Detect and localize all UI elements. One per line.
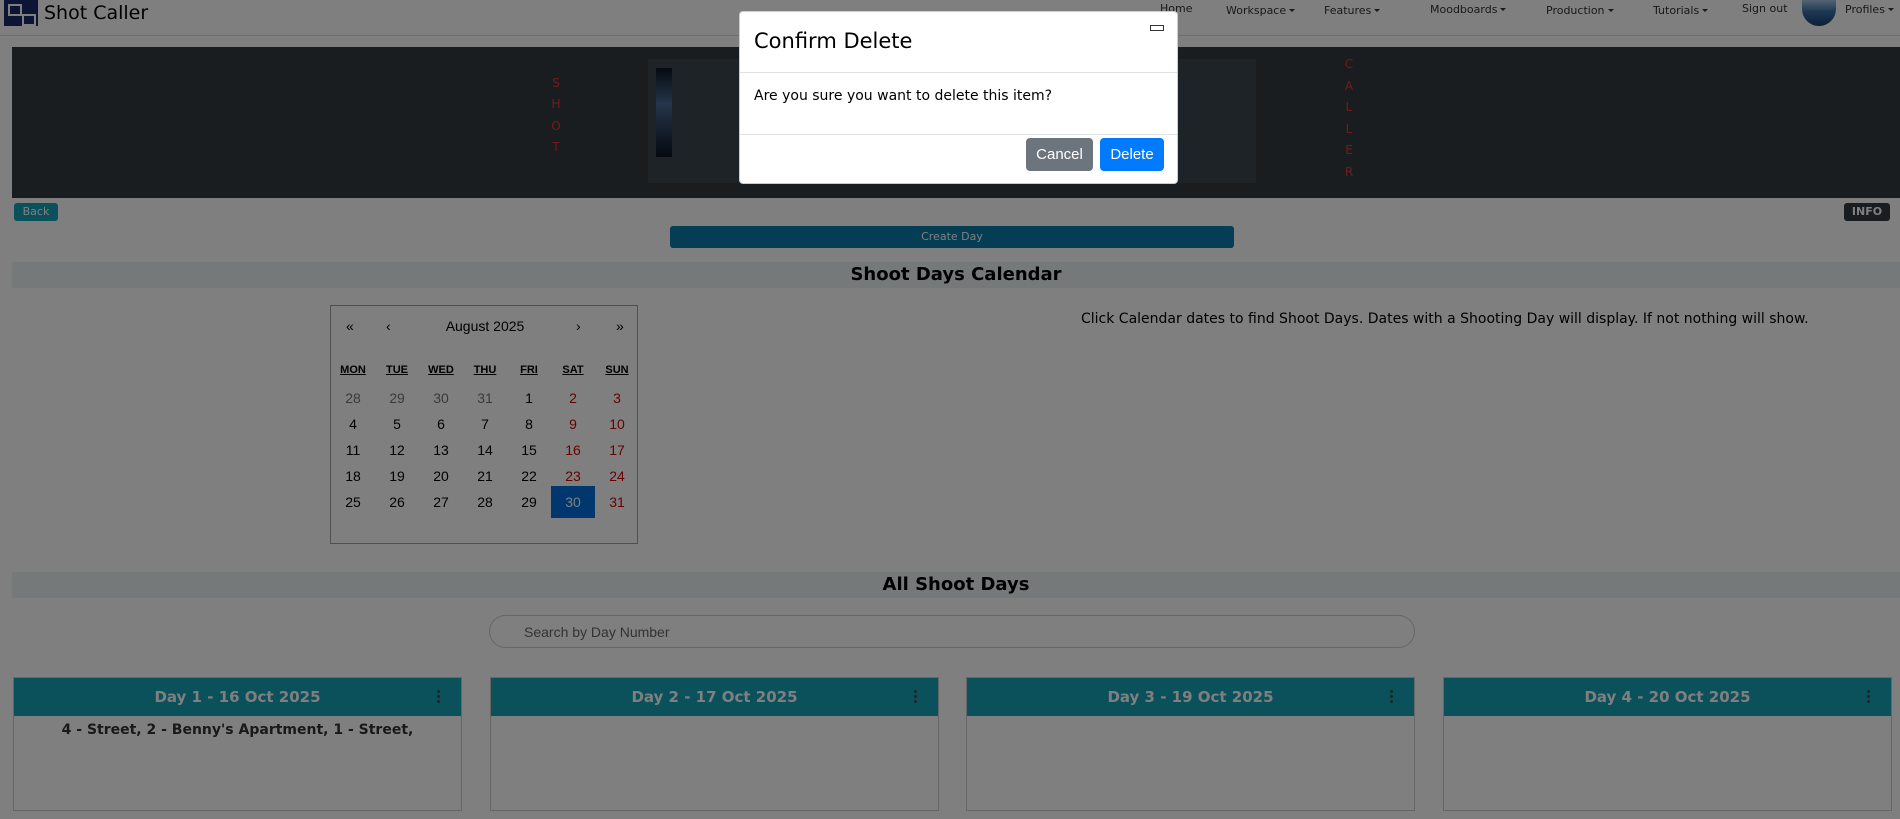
modal-message: Are you sure you want to delete this ite…: [754, 88, 1053, 104]
confirm-delete-modal: Confirm Delete Are you sure you want to …: [739, 11, 1178, 184]
delete-button[interactable]: Delete: [1100, 138, 1164, 171]
cancel-button[interactable]: Cancel: [1026, 138, 1093, 171]
modal-header: Confirm Delete: [740, 12, 1177, 73]
close-icon[interactable]: [1150, 25, 1164, 31]
modal-body: Are you sure you want to delete this ite…: [740, 73, 1177, 135]
modal-title: Confirm Delete: [754, 29, 913, 53]
